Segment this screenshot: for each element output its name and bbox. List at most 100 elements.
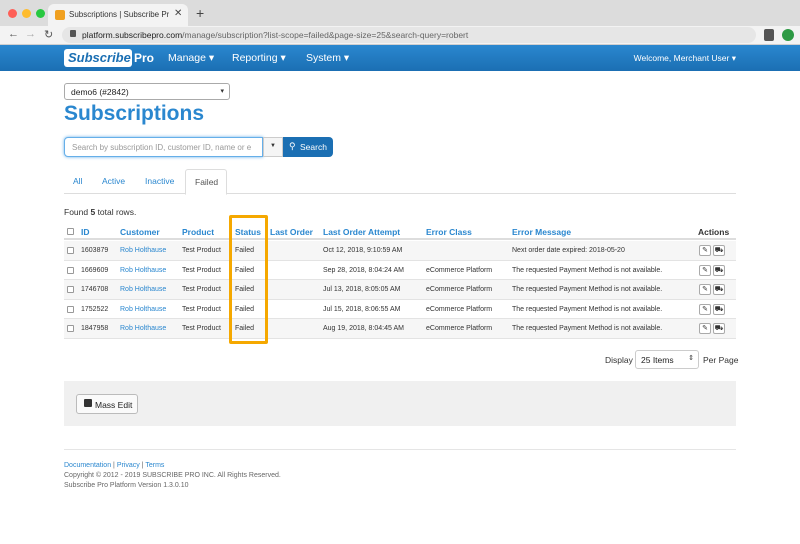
terms-link[interactable]: Terms — [145, 462, 164, 469]
table-row[interactable]: 1669609 Rob Holthause Test Product Faile… — [64, 261, 736, 280]
browser-tab[interactable]: Subscriptions | Subscribe Pro ✕ — [48, 4, 188, 26]
lock-icon — [70, 30, 76, 37]
window-close-button[interactable] — [8, 9, 17, 18]
new-tab-icon[interactable]: + — [196, 5, 204, 21]
cart-icon[interactable]: ⛟ — [713, 264, 725, 276]
logo-text: Subscribe — [68, 50, 131, 65]
col-last-order[interactable]: Last Order — [270, 227, 313, 237]
documentation-link[interactable]: Documentation — [64, 462, 111, 469]
privacy-link[interactable]: Privacy — [117, 462, 140, 469]
menu-system[interactable]: System ▾ — [306, 52, 349, 64]
per-page-select[interactable]: 25 Items ⇕ — [635, 350, 699, 369]
url-field[interactable]: platform.subscribepro.com/manage/subscri… — [62, 27, 756, 43]
row-checkbox[interactable] — [67, 247, 74, 254]
cell-customer-link[interactable]: Rob Holthause — [120, 247, 166, 254]
edit-icon[interactable]: ✎ — [699, 323, 711, 334]
menu-reporting[interactable]: Reporting ▾ — [232, 52, 286, 64]
footer-links: Documentation | Privacy | Terms — [64, 462, 164, 469]
per-page-suffix: Per Page — [703, 355, 739, 365]
cell-error-class: eCommerce Platform — [426, 266, 493, 274]
table-row[interactable]: 1603879 Rob Holthause Test Product Faile… — [64, 241, 736, 261]
row-checkbox[interactable] — [67, 325, 74, 332]
menu-manage[interactable]: Manage ▾ — [168, 52, 214, 64]
cart-icon[interactable]: ⛟ — [713, 284, 725, 295]
cart-icon[interactable]: ⛟ — [713, 323, 725, 334]
browser-tab-title: Subscriptions | Subscribe Pro — [69, 10, 169, 19]
account-select-value: demo6 (#2842) — [71, 87, 129, 97]
cell-error-message: Next order date expired: 2018-05-20 — [512, 247, 625, 254]
edit-icon[interactable]: ✎ — [699, 264, 711, 276]
back-icon[interactable]: ← — [8, 28, 19, 40]
cell-product: Test Product — [182, 286, 221, 293]
select-all-checkbox[interactable] — [67, 228, 74, 235]
col-product[interactable]: Product — [182, 227, 214, 237]
profile-icon[interactable] — [782, 29, 794, 41]
window-maximize-button[interactable] — [36, 9, 45, 18]
logo-suffix: Pro — [134, 51, 155, 65]
chevron-down-icon: ▾ — [220, 88, 224, 95]
user-menu[interactable]: Welcome, Merchant User ▾ — [634, 53, 736, 64]
col-actions: Actions — [698, 227, 730, 237]
row-checkbox[interactable] — [67, 305, 74, 313]
edit-icon[interactable]: ✎ — [699, 284, 711, 295]
search-input[interactable]: Search by subscription ID, customer ID, … — [64, 137, 263, 157]
results-count: Found 5 total rows. — [64, 207, 136, 217]
col-error-message[interactable]: Error Message — [512, 227, 571, 237]
window-minimize-button[interactable] — [22, 9, 31, 18]
address-bar-row: ← → ↻ platform.subscribepro.com/manage/s… — [0, 26, 800, 45]
col-last-order-attempt[interactable]: Last Order Attempt — [323, 227, 400, 237]
reload-icon[interactable]: ↻ — [44, 28, 53, 41]
edit-icon[interactable]: ✎ — [699, 245, 711, 256]
cell-error-class: eCommerce Platform — [426, 305, 493, 313]
row-checkbox[interactable] — [67, 266, 74, 274]
search-options-dropdown[interactable]: ▼ — [263, 137, 283, 157]
col-id[interactable]: ID — [81, 227, 90, 237]
table-row[interactable]: 1752522 Rob Holthause Test Product Faile… — [64, 300, 736, 319]
search-button[interactable]: ⚲ Search — [283, 137, 333, 157]
cell-id: 1746708 — [81, 286, 109, 293]
per-page-label: Display — [605, 355, 633, 365]
tab-failed-label: Failed — [195, 177, 219, 187]
cell-customer-link[interactable]: Rob Holthause — [120, 267, 166, 274]
cart-icon[interactable]: ⛟ — [713, 245, 725, 256]
results-count-suffix: total rows. — [95, 207, 137, 217]
row-checkbox[interactable] — [67, 286, 74, 293]
caret-down-icon: ▼ — [270, 143, 276, 149]
table-row[interactable]: 1847958 Rob Holthause Test Product Faile… — [64, 319, 736, 339]
cell-customer-link[interactable]: Rob Holthause — [120, 306, 166, 313]
cell-error-message: The requested Payment Method is not avai… — [512, 305, 663, 313]
url-host: platform.subscribepro.com — [82, 30, 183, 40]
cart-icon[interactable]: ⛟ — [713, 303, 725, 315]
cell-product: Test Product — [182, 305, 221, 313]
cell-product: Test Product — [182, 325, 221, 332]
mass-edit-button[interactable]: Mass Edit — [76, 394, 138, 414]
tab-all[interactable]: All — [73, 176, 82, 186]
col-customer[interactable]: Customer — [120, 227, 160, 237]
forward-icon[interactable]: → — [25, 28, 36, 40]
cell-error-message: The requested Payment Method is not avai… — [512, 286, 663, 293]
tab-active[interactable]: Active — [102, 176, 125, 186]
search-icon: ⚲ — [289, 141, 296, 151]
close-tab-icon[interactable]: ✕ — [174, 8, 182, 19]
scope-tabs: All Active Inactive Failed — [64, 169, 736, 195]
col-error-class[interactable]: Error Class — [426, 227, 472, 237]
table-row[interactable]: 1746708 Rob Holthause Test Product Faile… — [64, 280, 736, 300]
copyright-text: Copyright © 2012 - 2019 SUBSCRIBE PRO IN… — [64, 472, 281, 479]
favicon-icon — [55, 10, 65, 20]
per-page-value: 25 Items — [641, 355, 674, 365]
url-text: platform.subscribepro.com/manage/subscri… — [82, 30, 468, 40]
tab-failed[interactable]: Failed — [185, 169, 227, 195]
cell-customer-link[interactable]: Rob Holthause — [120, 286, 166, 293]
browser-tab-bar: Subscriptions | Subscribe Pro ✕ + — [0, 0, 800, 26]
cell-attempt: Oct 12, 2018, 9:10:59 AM — [323, 247, 403, 254]
tab-inactive[interactable]: Inactive — [145, 176, 174, 186]
cell-customer-link[interactable]: Rob Holthause — [120, 325, 166, 332]
cell-error-message: The requested Payment Method is not avai… — [512, 266, 663, 274]
account-select[interactable]: demo6 (#2842) ▾ — [64, 83, 230, 100]
edit-icon[interactable]: ✎ — [699, 303, 711, 315]
search-placeholder: Search by subscription ID, customer ID, … — [72, 143, 252, 152]
updown-icon: ⇕ — [688, 355, 694, 362]
cell-id: 1752522 — [81, 305, 109, 313]
cell-attempt: Jul 13, 2018, 8:05:05 AM — [323, 286, 401, 293]
extension-icon[interactable] — [764, 29, 774, 41]
